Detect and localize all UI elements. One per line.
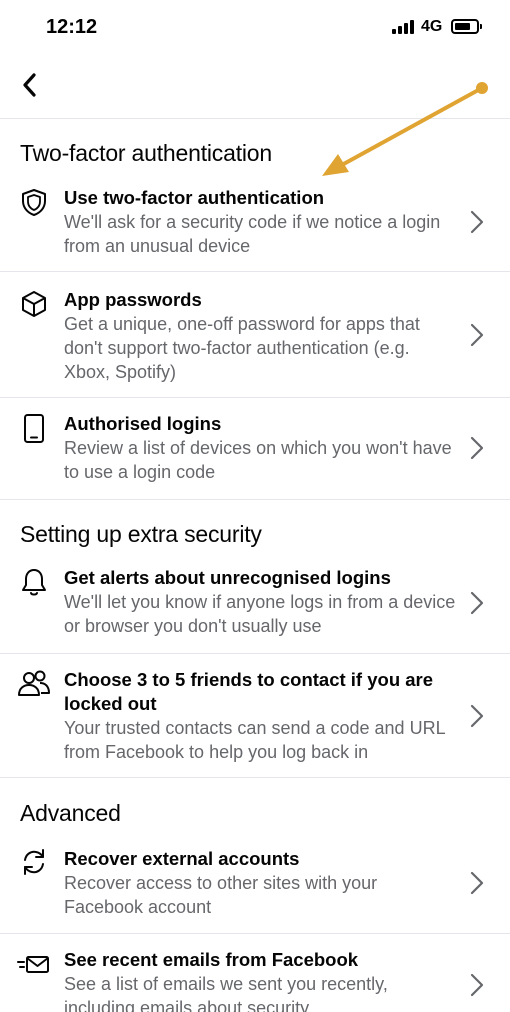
chevron-right-icon bbox=[470, 323, 484, 347]
refresh-icon bbox=[24, 849, 44, 875]
chevron-right-icon bbox=[470, 436, 484, 460]
row-title: Get alerts about unrecognised logins bbox=[64, 567, 391, 588]
email-icon bbox=[17, 956, 49, 973]
row-recover-accounts[interactable]: Recover external accounts Recover access… bbox=[0, 838, 510, 934]
chevron-right-icon bbox=[470, 210, 484, 234]
people-icon bbox=[18, 670, 50, 696]
bell-icon bbox=[22, 569, 46, 596]
row-title: App passwords bbox=[64, 289, 202, 310]
section-title-advanced: Advanced bbox=[20, 800, 121, 826]
section-title-extra-security: Setting up extra security bbox=[20, 521, 262, 547]
row-title: Authorised logins bbox=[64, 413, 222, 434]
signal-icon bbox=[392, 20, 416, 34]
chevron-left-icon bbox=[23, 73, 36, 97]
row-authorised-logins[interactable]: Authorised logins Review a list of devic… bbox=[0, 398, 510, 500]
row-trusted-contacts[interactable]: Choose 3 to 5 friends to contact if you … bbox=[0, 654, 510, 778]
cube-icon bbox=[22, 291, 46, 317]
section-title-two-factor: Two-factor authentication bbox=[20, 140, 272, 166]
phone-icon bbox=[24, 414, 44, 443]
row-description: Recover access to other sites with your … bbox=[64, 873, 378, 917]
chevron-right-icon bbox=[470, 591, 484, 615]
shield-icon bbox=[22, 189, 46, 216]
row-app-passwords[interactable]: App passwords Get a unique, one-off pass… bbox=[0, 272, 510, 398]
chevron-right-icon bbox=[470, 871, 484, 895]
nav-bar bbox=[0, 56, 510, 119]
network-type: 4G bbox=[421, 18, 443, 35]
row-description: We'll let you know if anyone logs in fro… bbox=[64, 592, 456, 636]
row-description: Review a list of devices on which you wo… bbox=[64, 438, 452, 482]
row-title: See recent emails from Facebook bbox=[64, 949, 359, 970]
chevron-right-icon bbox=[470, 973, 484, 997]
status-time: 12:12 bbox=[46, 16, 98, 38]
row-description: Get a unique, one-off password for apps … bbox=[64, 314, 420, 382]
row-title: Use two-factor authentication bbox=[64, 187, 325, 208]
row-recent-emails[interactable]: See recent emails from Facebook See a li… bbox=[0, 934, 510, 1012]
row-use-two-factor[interactable]: Use two-factor authentication We'll ask … bbox=[0, 180, 510, 272]
row-unrecognised-logins[interactable]: Get alerts about unrecognised logins We'… bbox=[0, 560, 510, 654]
row-description: We'll ask for a security code if we noti… bbox=[64, 212, 441, 256]
chevron-right-icon bbox=[470, 704, 484, 728]
row-title: Choose 3 to 5 friends to contact if you … bbox=[64, 669, 434, 714]
row-title: Recover external accounts bbox=[64, 848, 300, 869]
row-description: Your trusted contacts can send a code an… bbox=[64, 718, 445, 762]
status-bar: 12:12 4G bbox=[0, 0, 510, 56]
back-button[interactable] bbox=[14, 68, 48, 102]
battery-icon bbox=[451, 19, 482, 34]
row-description: See a list of emails we sent you recentl… bbox=[64, 974, 388, 1012]
